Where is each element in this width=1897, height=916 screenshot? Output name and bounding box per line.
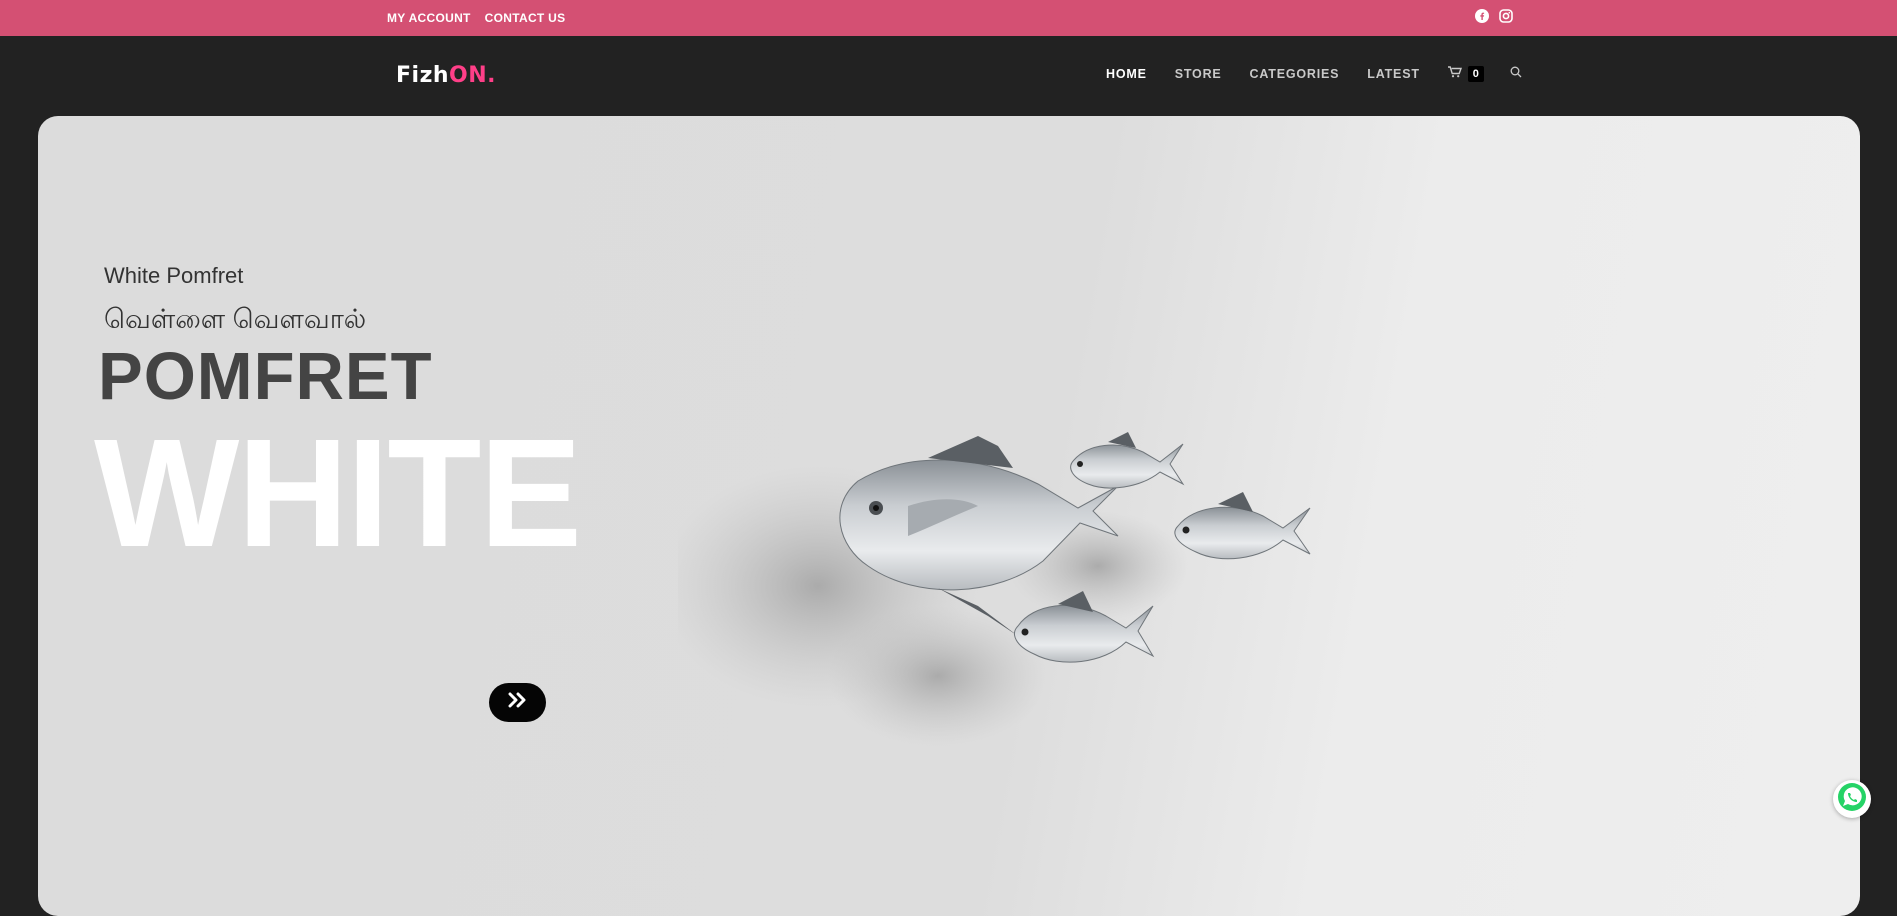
site-logo[interactable]: FizhON. [396, 63, 496, 88]
hero-title-large: WHITE [94, 407, 582, 579]
cart-count: 0 [1467, 66, 1484, 82]
social-links [1475, 9, 1513, 23]
hero-subtitle: White Pomfret [104, 263, 244, 288]
white-pomfret-fish-image [678, 432, 1311, 746]
instagram-icon[interactable] [1499, 9, 1513, 23]
facebook-icon[interactable] [1475, 9, 1489, 23]
main-nav: HOME STORE CATEGORIES LATEST 0 [1106, 36, 1522, 112]
nav-item-categories[interactable]: CATEGORIES [1250, 67, 1340, 81]
hero-title: POMFRET [98, 339, 433, 414]
fish-small-top [1070, 432, 1185, 489]
search-icon [1510, 65, 1522, 83]
double-chevron-right-icon [508, 692, 528, 713]
nav-item-latest[interactable]: LATEST [1367, 67, 1419, 81]
hero-subtitle-tamil: வெள்ளை வெளவால் [104, 304, 367, 334]
top-links: MY ACCOUNT CONTACT US [387, 0, 565, 36]
logo-text-part3: . [487, 63, 497, 88]
my-account-link[interactable]: MY ACCOUNT [387, 11, 471, 25]
top-bar: MY ACCOUNT CONTACT US [0, 0, 1897, 36]
cart-icon [1447, 65, 1462, 83]
search-button[interactable] [1510, 65, 1522, 83]
logo-text-part1: Fizh [396, 63, 450, 88]
hero-slider: White Pomfret வெள்ளை வெளவால் POMFRET WHI… [38, 116, 1860, 916]
hero-next-button[interactable] [489, 683, 546, 722]
nav-item-store[interactable]: STORE [1175, 67, 1222, 81]
cart-button[interactable]: 0 [1447, 65, 1484, 83]
nav-item-home[interactable]: HOME [1106, 67, 1147, 81]
whatsapp-button[interactable] [1833, 780, 1871, 818]
whatsapp-icon [1837, 782, 1867, 817]
logo-text-part2: ON [449, 63, 488, 88]
site-header: FizhON. HOME STORE CATEGORIES LATEST 0 [0, 36, 1897, 116]
fish-small-right [1174, 492, 1311, 560]
contact-us-link[interactable]: CONTACT US [485, 11, 566, 25]
